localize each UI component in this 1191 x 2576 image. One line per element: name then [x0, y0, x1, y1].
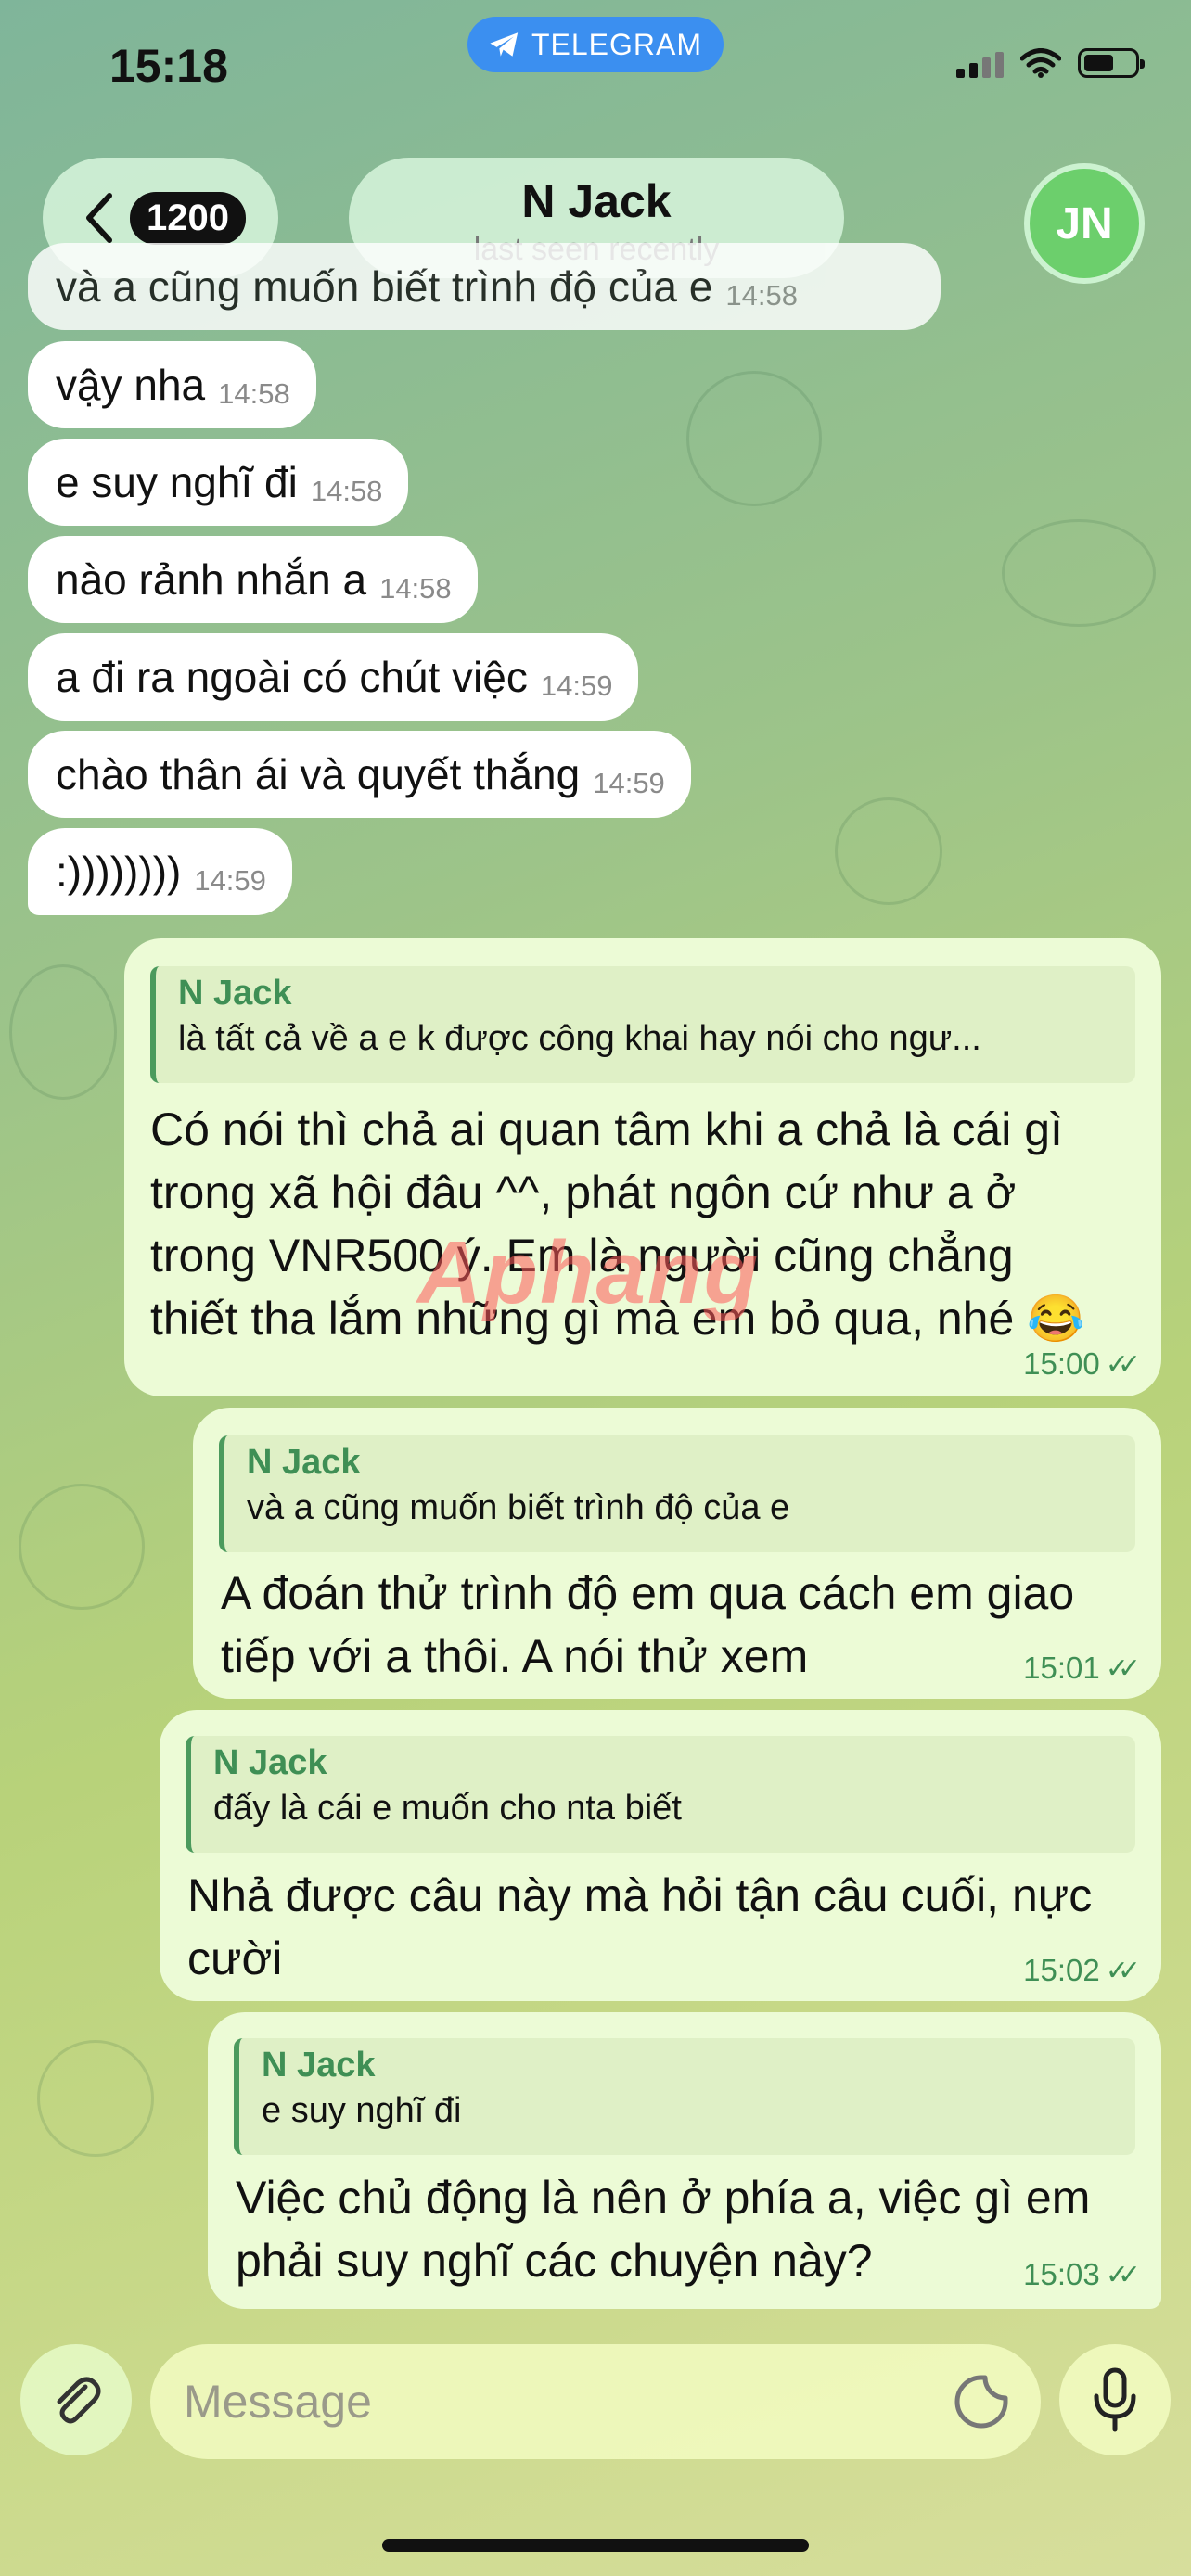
- incoming-message[interactable]: :)))))))) 14:59: [28, 828, 292, 915]
- unread-count-badge: 1200: [130, 191, 246, 245]
- message-text: và a cũng muốn biết trình độ của e: [56, 262, 713, 311]
- message-line: Có nói thì chả ai quan tâm khi a chả là …: [150, 1103, 1063, 1155]
- message-time: 14:58: [379, 572, 452, 605]
- message-line: tiếp với a thôi. A nói thử xem: [221, 1630, 809, 1682]
- sticker-icon[interactable]: [954, 2374, 1009, 2429]
- message-text: a đi ra ngoài có chút việc: [56, 653, 528, 701]
- avatar-initials: JN: [1056, 198, 1113, 249]
- reply-quote-name: N Jack: [247, 1443, 361, 1482]
- incoming-message[interactable]: nào rảnh nhắn a 14:58: [28, 536, 478, 623]
- watermark: Aphang: [417, 1223, 761, 1322]
- message-time: 14:59: [194, 864, 266, 897]
- reply-quote-name: N Jack: [178, 974, 292, 1013]
- double-check-icon: ✓✓: [1105, 1652, 1141, 1684]
- message-text: :)))))))): [56, 848, 182, 896]
- message-text: nào rảnh nhắn a: [56, 555, 367, 604]
- reply-quote-text: e suy nghĩ đi: [262, 2091, 462, 2130]
- outgoing-message[interactable]: N Jack e suy nghĩ đi Việc chủ động là nê…: [208, 2012, 1161, 2309]
- message-text: A đoán thử trình độ em qua cách em giao …: [221, 1562, 1074, 1688]
- message-text: e suy nghĩ đi: [56, 458, 298, 506]
- microphone-button[interactable]: [1059, 2344, 1171, 2455]
- message-line: Việc chủ động là nên ở phía a, việc gì e…: [236, 2172, 1091, 2224]
- message-time-row: 15:01 ✓✓: [1023, 1651, 1141, 1686]
- contact-name: N Jack: [521, 175, 672, 227]
- message-line: cười: [187, 1932, 283, 1984]
- message-time: 14:59: [593, 767, 665, 799]
- incoming-message[interactable]: e suy nghĩ đi 14:58: [28, 439, 409, 526]
- battery-icon: [1078, 48, 1145, 78]
- reply-quote-text: là tất cả về a e k được công khai hay nó…: [178, 1019, 981, 1058]
- incoming-message[interactable]: và a cũng muốn biết trình độ của e 14:58: [28, 243, 941, 330]
- signal-icon: [956, 52, 1004, 78]
- back-chevron-icon: [86, 193, 112, 243]
- message-time: 15:03: [1023, 2257, 1100, 2291]
- telegram-pill[interactable]: TELEGRAM: [467, 17, 724, 72]
- reply-quote-name: N Jack: [262, 2046, 376, 2085]
- reply-quote[interactable]: N Jack là tất cả về a e k được công khai…: [150, 966, 1135, 1083]
- message-time: 15:00: [1023, 1346, 1100, 1381]
- message-time-row: 15:00 ✓✓: [1023, 1346, 1141, 1382]
- attach-button[interactable]: [20, 2344, 132, 2455]
- message-line: Nhả được câu này mà hỏi tận câu cuối, nự…: [187, 1869, 1093, 1921]
- message-text: chào thân ái và quyết thắng: [56, 750, 581, 798]
- message-time: 14:59: [540, 670, 613, 702]
- incoming-message[interactable]: vậy nha 14:58: [28, 341, 316, 428]
- telegram-pill-label: TELEGRAM: [531, 27, 703, 61]
- chat-screen: 15:18 TELEGRAM 1200 N Jack last seen rec…: [0, 0, 1191, 2576]
- background-doodle: [19, 1484, 145, 1610]
- message-time: 15:02: [1023, 1953, 1100, 1987]
- background-doodle: [686, 371, 822, 506]
- background-doodle: [1002, 519, 1156, 627]
- message-text: vậy nha: [56, 361, 206, 409]
- message-line: phải suy nghĩ các chuyện này?: [236, 2235, 873, 2287]
- outgoing-message[interactable]: N Jack đấy là cái e muốn cho nta biết Nh…: [160, 1710, 1161, 2001]
- message-text: Nhả được câu này mà hỏi tận câu cuối, nự…: [187, 1864, 1092, 1990]
- message-time-row: 15:02 ✓✓: [1023, 1953, 1141, 1988]
- wifi-icon: [1020, 48, 1061, 78]
- home-indicator[interactable]: [382, 2539, 809, 2552]
- double-check-icon: ✓✓: [1105, 1955, 1141, 1986]
- status-icons: [956, 48, 1145, 78]
- background-doodle: [835, 797, 942, 905]
- message-line: trong xã hội đâu ^^, phát ngôn cứ như a …: [150, 1167, 1017, 1218]
- status-time: 15:18: [109, 40, 228, 92]
- reply-quote-text: và a cũng muốn biết trình độ của e: [247, 1488, 790, 1527]
- message-input[interactable]: Message: [150, 2344, 1041, 2459]
- message-time: 14:58: [310, 475, 383, 507]
- message-line: A đoán thử trình độ em qua cách em giao: [221, 1567, 1075, 1619]
- double-check-icon: ✓✓: [1105, 2259, 1141, 2290]
- message-time: 15:01: [1023, 1651, 1100, 1685]
- double-check-icon: ✓✓: [1105, 1348, 1141, 1380]
- message-time: 14:58: [725, 279, 798, 312]
- message-time-row: 15:03 ✓✓: [1023, 2257, 1141, 2292]
- background-doodle: [9, 964, 117, 1100]
- reply-quote[interactable]: N Jack đấy là cái e muốn cho nta biết: [186, 1736, 1135, 1853]
- outgoing-message[interactable]: N Jack và a cũng muốn biết trình độ của …: [193, 1408, 1161, 1699]
- outgoing-message[interactable]: N Jack là tất cả về a e k được công khai…: [124, 938, 1161, 1396]
- reply-quote-text: đấy là cái e muốn cho nta biết: [213, 1789, 682, 1828]
- incoming-message[interactable]: a đi ra ngoài có chút việc 14:59: [28, 633, 639, 721]
- message-input-placeholder: Message: [184, 2376, 372, 2428]
- microphone-icon: [1094, 2367, 1136, 2432]
- paperclip-icon: [57, 2377, 101, 2424]
- status-bar: 15:18 TELEGRAM: [0, 0, 1191, 139]
- incoming-message[interactable]: chào thân ái và quyết thắng 14:59: [28, 731, 691, 818]
- telegram-plane-icon: [490, 32, 519, 57]
- avatar[interactable]: JN: [1024, 163, 1145, 284]
- reply-quote[interactable]: N Jack e suy nghĩ đi: [234, 2038, 1135, 2155]
- background-doodle: [37, 2040, 154, 2157]
- reply-quote-name: N Jack: [213, 1743, 327, 1782]
- message-time: 14:58: [218, 377, 290, 410]
- reply-quote[interactable]: N Jack và a cũng muốn biết trình độ của …: [219, 1435, 1135, 1552]
- message-text: Việc chủ động là nên ở phía a, việc gì e…: [236, 2166, 1090, 2292]
